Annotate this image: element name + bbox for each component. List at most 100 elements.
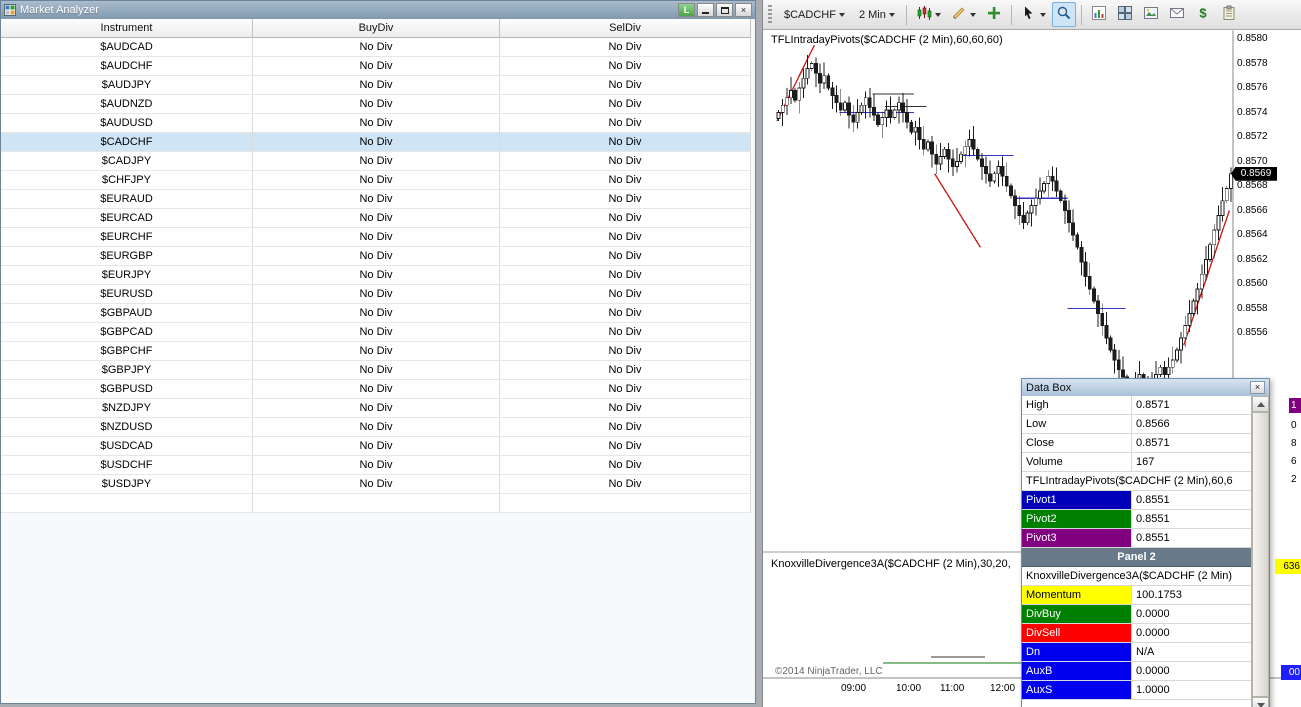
drawing-tools-button[interactable] (947, 2, 980, 27)
seldiv-cell: No Div (500, 247, 751, 266)
databox-row-label: Pivot1 (1022, 491, 1132, 509)
table-row[interactable]: $EURAUD No Div No Div (1, 190, 751, 209)
price-axis-label: 0.8566 (1237, 204, 1268, 216)
table-row[interactable]: $EURUSD No Div No Div (1, 285, 751, 304)
price-axis-label: 0.8580 (1237, 33, 1268, 44)
table-row[interactable]: $GBPJPY No Div No Div (1, 361, 751, 380)
chart-trader-button[interactable]: $ (1191, 2, 1215, 27)
instrument-cell: $EURUSD (1, 285, 253, 304)
databox-row-value: 0.0000 (1132, 662, 1251, 680)
table-row[interactable]: $AUDCHF No Div No Div (1, 57, 751, 76)
table-row[interactable]: $AUDNZD No Div No Div (1, 95, 751, 114)
table-row[interactable]: $EURGBP No Div No Div (1, 247, 751, 266)
instrument-cell: $GBPCAD (1, 323, 253, 342)
market-analyzer-titlebar[interactable]: Market Analyzer L × (1, 1, 755, 19)
column-header-buydiv[interactable]: BuyDiv (253, 19, 500, 38)
table-row[interactable]: $AUDJPY No Div No Div (1, 76, 751, 95)
table-row[interactable]: $GBPAUD No Div No Div (1, 304, 751, 323)
table-row[interactable]: $EURCAD No Div No Div (1, 209, 751, 228)
window-title: Market Analyzer (20, 4, 99, 16)
table-row[interactable]: $EURJPY No Div No Div (1, 266, 751, 285)
table-row[interactable]: $CHFJPY No Div No Div (1, 171, 751, 190)
price-axis-label-partial: 2 (1291, 474, 1297, 485)
chart-toolbar: $CADCHF 2 Min $ (763, 0, 1301, 30)
email-chart-button[interactable] (1165, 2, 1189, 27)
table-row[interactable]: $EURCHF No Div No Div (1, 228, 751, 247)
price-axis-label: 0.8572 (1237, 131, 1268, 142)
table-row[interactable]: $CADJPY No Div No Div (1, 152, 751, 171)
table-row[interactable]: $USDJPY No Div No Div (1, 475, 751, 494)
databox-row: AuxB 0.0000 (1022, 662, 1251, 681)
close-button[interactable]: × (735, 3, 752, 17)
databox-vertical-scrollbar[interactable] (1252, 396, 1269, 707)
seldiv-cell: No Div (500, 418, 751, 437)
instrument-cell: $AUDCAD (1, 38, 253, 57)
scrollbar-thumb[interactable] (1252, 412, 1269, 697)
databox-row-label: TFLIntradayPivots($CADCHF (2 Min),60,6 (1022, 472, 1251, 490)
buydiv-cell: No Div (253, 266, 500, 285)
cursor-tool-button[interactable] (1017, 2, 1050, 27)
maximize-button[interactable] (716, 3, 733, 17)
databox-titlebar[interactable]: Data Box × (1022, 379, 1269, 396)
table-row[interactable]: $AUDCAD No Div No Div (1, 38, 751, 57)
seldiv-cell: No Div (500, 285, 751, 304)
table-row[interactable]: $USDCHF No Div No Div (1, 456, 751, 475)
chart-area[interactable]: TFLIntradayPivots($CADCHF (2 Min),60,60,… (763, 30, 1301, 707)
buydiv-cell: No Div (253, 114, 500, 133)
table-row[interactable]: $USDCAD No Div No Div (1, 437, 751, 456)
seldiv-cell: No Div (500, 114, 751, 133)
properties-button[interactable] (1217, 2, 1241, 27)
snapshot-button[interactable] (1139, 2, 1163, 27)
table-row[interactable]: $GBPCHF No Div No Div (1, 342, 751, 361)
table-row[interactable]: $NZDUSD No Div No Div (1, 418, 751, 437)
seldiv-cell: No Div (500, 399, 751, 418)
databox-row-value: 0.0000 (1132, 605, 1251, 623)
toolbar-grip[interactable] (768, 4, 772, 25)
scroll-up-button[interactable] (1252, 396, 1269, 412)
table-row[interactable]: $GBPCAD No Div No Div (1, 323, 751, 342)
databox-row: Pivot2 0.8551 (1022, 510, 1251, 529)
chart-style-button[interactable] (912, 2, 945, 27)
databox-rows: High 0.8571 Low 0.8566 Close 0.8571 Volu… (1022, 396, 1252, 707)
window-buttons: L × (676, 3, 752, 17)
seldiv-cell: No Div (500, 95, 751, 114)
databox-row: Pivot1 0.8551 (1022, 491, 1251, 510)
table-row[interactable]: $CADCHF No Div No Div (1, 133, 751, 152)
chevron-down-icon (1039, 12, 1046, 17)
buydiv-cell: No Div (253, 95, 500, 114)
tile-windows-icon (1117, 5, 1133, 24)
instrument-cell: $EURJPY (1, 266, 253, 285)
panel1-indicator-label: TFLIntradayPivots($CADCHF (2 Min),60,60,… (771, 34, 1003, 46)
instrument-cell: $GBPCHF (1, 342, 253, 361)
instrument-cell: $EURCHF (1, 228, 253, 247)
empty-row (1, 494, 751, 513)
time-axis-label: 09:00 (841, 683, 867, 694)
seldiv-cell: No Div (500, 133, 751, 152)
interval-selector[interactable]: 2 Min (853, 6, 901, 24)
buydiv-cell: No Div (253, 304, 500, 323)
zoom-tool-button[interactable] (1051, 2, 1076, 27)
minimize-button[interactable] (697, 3, 714, 17)
databox-close-button[interactable]: × (1250, 381, 1265, 394)
databox-row-value: 0.8571 (1132, 396, 1251, 414)
scroll-down-button[interactable] (1252, 697, 1269, 707)
databox-row-value: 1.0000 (1132, 681, 1251, 699)
column-header-instrument[interactable]: Instrument (1, 19, 253, 38)
price-axis-label-partial: 8 (1291, 438, 1297, 449)
instrument-link-button[interactable]: L (678, 3, 695, 17)
databox-body: High 0.8571 Low 0.8566 Close 0.8571 Volu… (1022, 396, 1269, 707)
time-axis-label: 11:00 (940, 683, 965, 694)
tile-windows-button[interactable] (1113, 2, 1137, 27)
add-indicator-button[interactable] (982, 2, 1006, 27)
table-row[interactable]: $AUDUSD No Div No Div (1, 114, 751, 133)
table-row[interactable]: $GBPUSD No Div No Div (1, 380, 751, 399)
mini-chart-button[interactable] (1087, 2, 1111, 27)
instrument-cell: $GBPJPY (1, 361, 253, 380)
instrument-selector[interactable]: $CADCHF (778, 6, 851, 24)
column-header-seldiv[interactable]: SelDiv (500, 19, 751, 38)
instrument-cell: $USDCHF (1, 456, 253, 475)
databox-row-label: Panel 2 (1022, 548, 1251, 566)
instrument-cell: $NZDUSD (1, 418, 253, 437)
databox-window: Data Box × High 0.8571 Low 0.8566 Close … (1021, 378, 1270, 707)
table-row[interactable]: $NZDJPY No Div No Div (1, 399, 751, 418)
